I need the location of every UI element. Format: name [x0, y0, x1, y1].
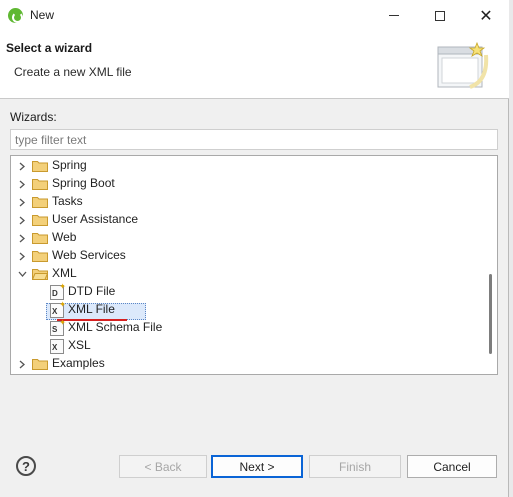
tree-item-label: XML: [52, 266, 77, 280]
tree-item-label: XML File: [68, 302, 115, 316]
chevron-right-icon[interactable]: [17, 211, 27, 229]
wizards-label: Wizards:: [10, 110, 57, 124]
tree-item-label: Tasks: [52, 194, 83, 208]
xsl-file-icon: X: [50, 339, 64, 354]
tree-item-web[interactable]: Web: [11, 229, 481, 247]
folder-icon: [32, 197, 48, 208]
tree-vertical-scrollbar[interactable]: [485, 156, 497, 374]
tree-item-label: Web Services: [52, 248, 126, 262]
spring-app-icon: [8, 8, 23, 23]
tree-item-spring[interactable]: Spring: [11, 157, 481, 175]
folder-icon: [32, 179, 48, 190]
folder-icon: [32, 359, 48, 370]
tree-item-user-assistance[interactable]: User Assistance: [11, 211, 481, 229]
header-title: Select a wizard: [6, 41, 93, 55]
tree-item-spring-boot[interactable]: Spring Boot: [11, 175, 481, 193]
next-button[interactable]: Next >: [211, 455, 303, 478]
maximize-button[interactable]: [417, 0, 463, 31]
new-wizard-banner-icon: [437, 41, 489, 89]
tree-item-label: Examples: [52, 356, 105, 370]
tree-item-xml-file[interactable]: X ✦ XML File: [11, 301, 481, 319]
window-title: New: [30, 8, 55, 22]
minimize-icon: [389, 15, 399, 16]
tree-item-examples[interactable]: Examples: [11, 355, 481, 373]
chevron-right-icon[interactable]: [17, 175, 27, 193]
chevron-right-icon[interactable]: [17, 355, 27, 373]
maximize-icon: [435, 10, 445, 21]
folder-icon: [32, 215, 48, 226]
close-button[interactable]: ✕: [463, 0, 509, 31]
dtd-file-icon: D ✦: [50, 282, 66, 300]
cancel-button[interactable]: Cancel: [407, 455, 497, 478]
tree-item-xml-schema-file[interactable]: S ✦ XML Schema File: [11, 319, 481, 337]
tree-item-label: User Assistance: [52, 212, 139, 226]
new-wizard-dialog: New ✕ Select a wizard Create a new XML f…: [0, 0, 509, 497]
open-folder-icon: [32, 269, 48, 280]
tree-item-xml[interactable]: XML: [11, 265, 481, 283]
folder-icon: [32, 233, 48, 244]
tree-item-label: Spring Boot: [52, 176, 115, 190]
chevron-down-icon[interactable]: [17, 265, 27, 283]
finish-button[interactable]: Finish: [309, 455, 401, 478]
header-description: Create a new XML file: [14, 65, 132, 79]
tree-item-dtd-file[interactable]: D ✦ DTD File: [11, 283, 481, 301]
tree-item-label: XSL: [68, 338, 91, 352]
chevron-right-icon[interactable]: [17, 157, 27, 175]
back-button[interactable]: < Back: [119, 455, 207, 478]
xml-schema-file-icon: S ✦: [50, 318, 66, 336]
chevron-right-icon[interactable]: [17, 193, 27, 211]
folder-icon: [32, 161, 48, 172]
minimize-button[interactable]: [371, 0, 417, 31]
tree-item-xsl[interactable]: X XSL: [11, 337, 481, 355]
title-bar: New ✕: [0, 0, 509, 31]
wizard-filter-input[interactable]: [10, 129, 498, 150]
scrollbar-thumb[interactable]: [489, 274, 492, 354]
help-button[interactable]: ?: [16, 456, 36, 476]
tree-item-label: XML Schema File: [68, 320, 163, 334]
tree-item-label: Spring: [52, 158, 87, 172]
xml-file-icon: X ✦: [50, 300, 66, 318]
tree-item-label: Web: [52, 230, 77, 244]
tree-item-label: DTD File: [68, 284, 116, 298]
tree-item-tasks[interactable]: Tasks: [11, 193, 481, 211]
wizard-tree: Spring Spring Boot Tasks User Assistance…: [10, 155, 498, 375]
chevron-right-icon[interactable]: [17, 229, 27, 247]
chevron-right-icon[interactable]: [17, 247, 27, 265]
folder-icon: [32, 251, 48, 262]
tree-item-web-services[interactable]: Web Services: [11, 247, 481, 265]
close-icon: ✕: [479, 7, 493, 25]
wizard-header: Select a wizard Create a new XML file: [0, 31, 509, 99]
